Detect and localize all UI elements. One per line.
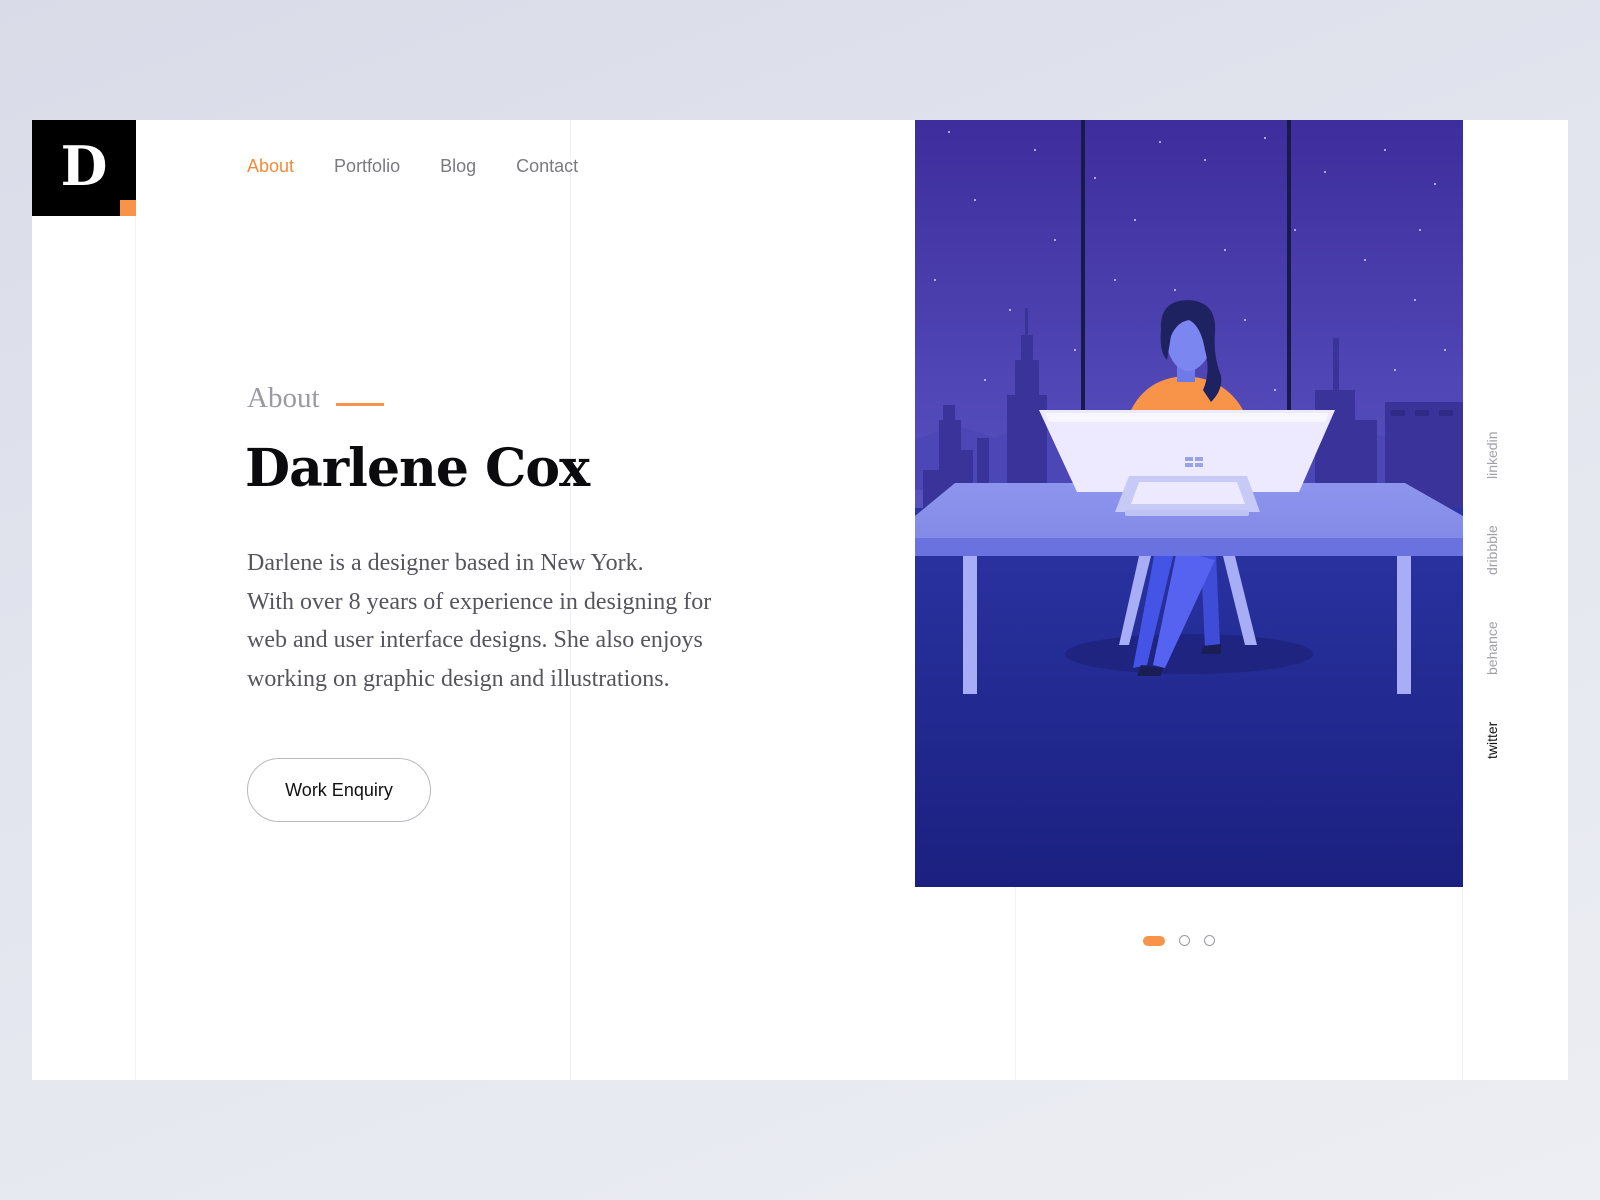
social-link-twitter[interactable]: twitter xyxy=(1484,722,1500,759)
page-title: Darlene Cox xyxy=(245,438,590,499)
carousel-dot-2[interactable] xyxy=(1179,935,1190,946)
grid-line xyxy=(135,120,136,1080)
kicker-label: About xyxy=(247,382,320,414)
bio-line: With over 8 years of experience in desig… xyxy=(247,588,712,615)
bio-line: web and user interface designs. She also… xyxy=(247,627,703,653)
nav-item-contact[interactable]: Contact xyxy=(516,156,578,177)
social-link-behance[interactable]: behance xyxy=(1484,621,1500,675)
social-link-linkedin[interactable]: linkedin xyxy=(1484,432,1500,479)
social-link-dribbble[interactable]: dribbble xyxy=(1484,525,1500,575)
logo-letter: D xyxy=(60,134,108,198)
work-enquiry-button[interactable]: Work Enquiry xyxy=(247,758,431,822)
carousel-dot-1[interactable] xyxy=(1143,935,1165,946)
page-card: D About Portfolio Blog Contact About Dar… xyxy=(32,120,1568,1080)
bio-line: Darlene is a designer based in New York. xyxy=(247,550,644,576)
nav-item-blog[interactable]: Blog xyxy=(440,156,476,177)
logo-accent-square xyxy=(120,200,136,216)
nav-item-portfolio[interactable]: Portfolio xyxy=(334,156,400,177)
bio-paragraph: Darlene is a designer based in New York.… xyxy=(247,544,767,698)
bio-line: working on graphic design and illustrati… xyxy=(247,665,670,692)
woman-at-desk-illustration xyxy=(915,120,1463,887)
social-links: linkedin dribbble behance twitter xyxy=(1484,415,1514,759)
section-kicker: About xyxy=(247,382,384,415)
main-nav: About Portfolio Blog Contact xyxy=(247,156,578,177)
nav-item-about[interactable]: About xyxy=(247,156,294,177)
kicker-rule xyxy=(335,403,384,406)
carousel-pagination xyxy=(1143,935,1215,946)
carousel-dot-3[interactable] xyxy=(1204,935,1215,946)
logo[interactable]: D xyxy=(32,120,136,216)
illustration-svg xyxy=(915,120,1463,887)
